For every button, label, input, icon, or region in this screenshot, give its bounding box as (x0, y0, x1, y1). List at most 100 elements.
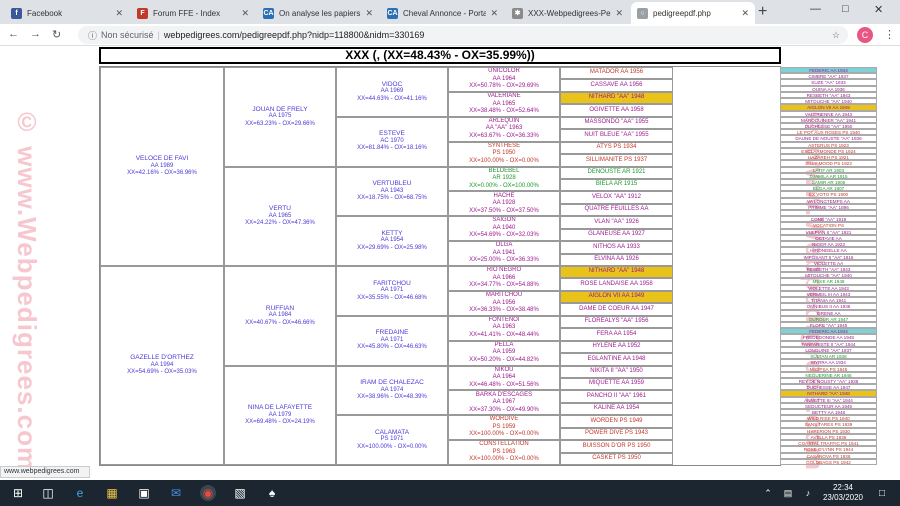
gen5-cell[interactable]: CASSAVE AA 1956 (560, 79, 673, 92)
gen4-cell[interactable]: HACHE AA 1928 XX=37.50% - OX=37.50% (448, 191, 560, 217)
gen4-cell[interactable]: PELLA AA 1959 XX=50.20% - OX=44.82% (448, 340, 560, 366)
solitaire-icon[interactable]: ♠ (264, 485, 280, 501)
gen3-cell[interactable]: KETTY AA 1954 XX=29.69% - OX=25.98% (336, 216, 448, 266)
tab-3[interactable]: CA On analyse les papiers p ✕ (257, 2, 379, 24)
tab-5[interactable]: ✱ XXX-Webpedigrees-Pe ✕ (506, 2, 629, 24)
gen3-cell[interactable]: CALAMATA PS 1971 XX=100.00% - OX=0.00% (336, 415, 448, 465)
gen4-cell[interactable]: ARLEQUIN AA "AA" 1963 XX=63.67% - OX=36.33… (448, 116, 560, 142)
tab-close-icon[interactable]: ✕ (490, 8, 498, 19)
gen5-cell[interactable]: ATYS PS 1934 (560, 141, 673, 155)
tab-6[interactable]: ○ pedigreepdf.php ✕ (631, 2, 755, 24)
tray-chevron-icon[interactable]: ⌃ (760, 485, 776, 501)
gen5-cell[interactable]: ELVINA AA 1926 (560, 253, 673, 266)
gen2-cell[interactable]: NINA DE LAFAYETTE AA 1979 XX=69.48% - OX=2… (224, 365, 336, 465)
gen5-cell[interactable]: AIGLON VII AA 1949 (560, 290, 673, 304)
gen4-cell[interactable]: RIO NEGRO AA 1966 XX=34.77% - OX=54.88% (448, 266, 560, 291)
maximize-icon[interactable]: □ (842, 3, 849, 15)
gen5-cell[interactable]: SILLIMANITE PS 1937 (560, 154, 673, 167)
url-text[interactable]: webpedigrees.com/pedigreepdf.php?nidp=11… (164, 30, 425, 40)
gen4-cell[interactable]: FONTENOI AA 1963 XX=41.41% - OX=48.44% (448, 315, 560, 341)
volume-icon[interactable]: ♪ (800, 485, 816, 501)
gen5-cell[interactable]: KALINE AA 1954 (560, 402, 673, 416)
gen4-cell[interactable]: BELDEBEL AR 1928 XX=0.00% - OX=100.00% (448, 166, 560, 192)
gen5-cell[interactable]: HYLENE AA 1952 (560, 340, 673, 354)
chrome-icon[interactable]: ◉ (200, 485, 216, 501)
tab-close-icon[interactable]: ✕ (365, 8, 373, 19)
notifications-icon[interactable]: □ (874, 485, 890, 501)
gen5-cell[interactable]: DAME DE COEUR AA 1947 (560, 303, 673, 316)
forward-icon[interactable]: → (30, 28, 41, 40)
network-icon[interactable]: ▤ (780, 485, 796, 501)
edge-icon[interactable]: e (72, 485, 88, 501)
gen5-cell[interactable]: CASKET PS 1950 (560, 452, 673, 465)
gen4-cell[interactable]: SYNTHESE PS 1950 XX=100.00% - OX=0.00% (448, 141, 560, 167)
tab-4[interactable]: CA Cheval Annonce - Portail ✕ (381, 2, 504, 24)
gen5-cell[interactable]: EGLANTINE AA 1948 (560, 353, 673, 366)
gen5-cell[interactable]: ROSE LANDAISE AA 1958 (560, 278, 673, 291)
gen2-cell[interactable]: RUFFIAN AA 1984 XX=40.67% - OX=46.66% (224, 266, 336, 366)
gen5-cell[interactable]: VLAN "AA" 1926 (560, 216, 673, 229)
minimize-icon[interactable]: — (810, 3, 821, 15)
profile-avatar[interactable]: C (857, 27, 873, 43)
gen4-cell[interactable]: MARITCHOU AA 1956 XX=36.33% - OX=38.48% (448, 290, 560, 316)
windows-start-icon[interactable]: ⊞ (10, 485, 26, 501)
gen5-cell[interactable]: NITHARD "AA" 1948 (560, 266, 673, 279)
gen5-cell[interactable]: BIELA AR 1915 (560, 178, 673, 192)
gen5-cell[interactable]: PANCHO II "AA" 1961 (560, 390, 673, 403)
clock[interactable]: 22:34 23/03/2020 (820, 483, 866, 503)
bookmark-star-icon[interactable]: ☆ (832, 30, 840, 41)
file-explorer-icon[interactable]: ▦ (104, 485, 120, 501)
task-view-icon[interactable]: ◫ (40, 485, 56, 501)
gen4-cell[interactable]: WORDIVE PS 1959 XX=100.00% - OX=0.00% (448, 415, 560, 441)
tab-1[interactable]: f Facebook ✕ (5, 2, 129, 24)
gen3-cell[interactable]: ESTEVE AC 1970 XX=81.84% - OX=18.16% (336, 116, 448, 167)
gen2-cell[interactable]: JOUAN DE FRELY AA 1975 XX=63.23% - OX=29.6… (224, 67, 336, 167)
gen5-cell[interactable]: GLANEUSE AA 1927 (560, 228, 673, 242)
gen5-cell[interactable]: FLOREALYS "AA" 1956 (560, 315, 673, 329)
tab-close-icon[interactable]: ✕ (115, 8, 123, 19)
tab-close-icon[interactable]: ✕ (615, 8, 623, 19)
gen3-cell[interactable]: IRAM DE CHALEZAC AA 1974 XX=38.96% - OX=48… (336, 365, 448, 416)
gen5-cell[interactable]: QUATRE FEUILLES AA (560, 203, 673, 217)
gen4-cell[interactable]: VALERIANE AA 1965 XX=38.48% - OX=52.64% (448, 91, 560, 117)
gen5-cell[interactable]: POWER DIVE PS 1943 (560, 427, 673, 441)
gen6-cell[interactable]: GOLDBAGS PS 1942 (780, 458, 877, 465)
mail-icon[interactable]: ✉ (168, 485, 184, 501)
gen5-cell[interactable]: NUIT BLEUE "AA" 1955 (560, 129, 673, 142)
back-icon[interactable]: ← (8, 28, 19, 40)
gen4-cell[interactable]: NIKOU AA 1964 XX=46.48% - OX=51.56% (448, 365, 560, 391)
gen4-cell[interactable]: CONSTELLATION PS 1963 XX=100.00% - OX=0.00… (448, 440, 560, 465)
tab-2[interactable]: F Forum FFE - Index ✕ (131, 2, 255, 24)
reload-icon[interactable]: ↻ (52, 28, 61, 41)
gen1-cell[interactable]: VELOCE DE FAVI AA 1989 XX=42.16% - OX=36.9… (100, 67, 224, 266)
gen2-cell[interactable]: VERTU AA 1965 XX=24.22% - OX=47.36% (224, 166, 336, 266)
gen5-cell[interactable]: MASSONDO "AA" 1955 (560, 116, 673, 130)
gen4-cell[interactable]: UNICOLOR AA 1964 XX=50.78% - OX=29.69% (448, 67, 560, 92)
gen3-cell[interactable]: FARITCHOU AA 1971 XX=35.55% - OX=46.68% (336, 266, 448, 316)
gen5-cell[interactable]: OGIVETTE AA 1958 (560, 104, 673, 117)
app-icon[interactable]: ▧ (232, 485, 248, 501)
gen5-cell[interactable]: FERA AA 1954 (560, 328, 673, 341)
gen3-cell[interactable]: VIDOC AA 1969 XX=44.63% - OX=41.16% (336, 67, 448, 117)
gen5-cell[interactable]: NITHARD "AA" 1948 (560, 91, 673, 105)
gen5-cell[interactable]: BUISSON D'OR PS 1950 (560, 440, 673, 453)
gen3-cell[interactable]: VERTUBLEU AA 1943 XX=18.75% - OX=68.75% (336, 166, 448, 217)
gen5-cell[interactable]: MATADOR AA 1956 (560, 67, 673, 80)
menu-icon[interactable]: ⋮ (884, 28, 895, 41)
gen5-cell[interactable]: NIKITA II "AA" 1950 (560, 365, 673, 378)
gen3-cell[interactable]: FREDAINE AA 1971 XX=45.80% - OX=46.63% (336, 315, 448, 366)
address-bar[interactable]: ⓘ Non sécurisé | webpedigrees.com/pedigr… (78, 26, 848, 44)
gen4-cell[interactable]: SAIGON AA 1940 XX=54.69% - OX=32.03% (448, 216, 560, 242)
close-window-icon[interactable]: ✕ (874, 3, 883, 16)
gen1-cell[interactable]: GAZELLE D'ORTHEZ AA 1994 XX=54.69% - OX=35… (100, 266, 224, 465)
tab-close-icon[interactable]: ✕ (741, 8, 749, 19)
gen4-cell[interactable]: OLGA AA 1941 XX=25.00% - OX=36.33% (448, 241, 560, 266)
gen5-cell[interactable]: DENOUSTE AR 1921 (560, 166, 673, 179)
gen5-cell[interactable]: NITHOS AA 1933 (560, 241, 673, 254)
gen4-cell[interactable]: BARKA D'ESCAGES AA 1967 XX=37.30% - OX=49.… (448, 390, 560, 416)
new-tab-button[interactable]: + (758, 3, 767, 21)
gen5-cell[interactable]: VELOX "AA" 1912 (560, 191, 673, 204)
tab-close-icon[interactable]: ✕ (241, 8, 249, 19)
gen5-cell[interactable]: MIQUETTE AA 1959 (560, 377, 673, 391)
gen5-cell[interactable]: WORDEN PS 1949 (560, 415, 673, 428)
